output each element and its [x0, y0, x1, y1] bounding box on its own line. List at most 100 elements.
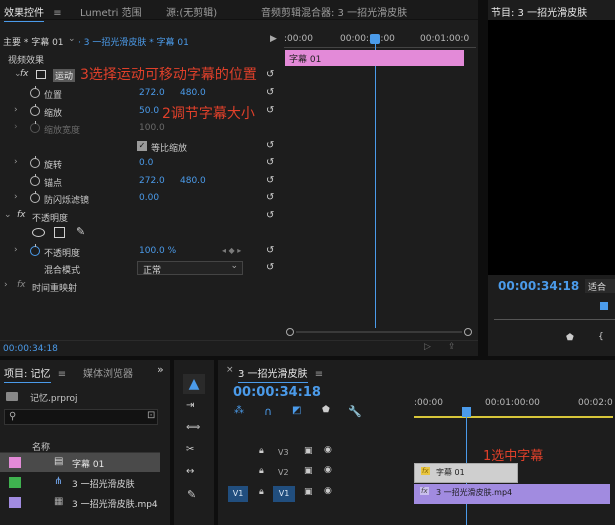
razor-tool-icon[interactable]: ✂	[186, 444, 194, 455]
tab-source[interactable]: 源:(无剪辑)	[166, 4, 217, 19]
panel-divider[interactable]	[478, 0, 488, 356]
film-icon[interactable]: ▣	[304, 446, 313, 456]
export-icon[interactable]: ⇪	[448, 342, 456, 352]
eye-icon[interactable]: ◉	[324, 445, 332, 455]
scroll-handle-right-icon[interactable]	[464, 328, 472, 336]
timeline-close-icon[interactable]: ×	[226, 365, 234, 375]
reset-icon[interactable]: ↺	[266, 193, 276, 203]
panel-menu-icon[interactable]: ≡	[58, 369, 66, 380]
anchor-row[interactable]: 锚点 272.0 480.0 ↺	[0, 173, 282, 190]
reset-icon[interactable]: ↺	[266, 263, 276, 273]
panel-menu-icon[interactable]: ≡	[315, 369, 323, 380]
tab-project[interactable]: 项目: 记忆 ≡	[4, 365, 66, 383]
blend-mode-select[interactable]: 正常 ⌄	[137, 261, 243, 276]
opacity-value[interactable]: 100.0 %	[139, 246, 176, 256]
position-x-value[interactable]: 272.0	[139, 88, 165, 98]
eye-icon[interactable]: ◉	[324, 486, 332, 496]
rotation-row[interactable]: › 旋转 0.0 ↺	[0, 155, 282, 172]
flicker-value[interactable]: 0.00	[139, 193, 159, 203]
pen-mask-icon[interactable]: ✎	[76, 225, 85, 238]
video-clip[interactable]: fx 3 一招光滑皮肤.mp4	[414, 484, 610, 504]
playhead-line[interactable]	[375, 44, 376, 328]
tab-program[interactable]: 节目: 3 一招光滑皮肤	[491, 4, 587, 19]
chevron-down-icon[interactable]: ⌄	[4, 210, 12, 220]
chevron-right-icon[interactable]: ›	[4, 280, 8, 290]
checkbox-checked-icon[interactable]: ✓	[137, 141, 147, 151]
work-area-bar[interactable]	[414, 416, 613, 418]
tab-audio-mixer[interactable]: 音频剪辑混合器: 3 一招光滑皮肤	[261, 4, 407, 19]
new-bin-icon[interactable]: ⊡	[147, 410, 155, 421]
list-item[interactable]: ⋔ 3 一招光滑皮肤	[0, 473, 160, 492]
ellipse-mask-icon[interactable]	[32, 228, 45, 237]
reset-icon[interactable]: ↺	[266, 176, 276, 186]
tab-effect-controls[interactable]: 效果控件 ≡	[4, 4, 62, 22]
rectangle-mask-icon[interactable]	[54, 227, 65, 238]
chevron-down-icon[interactable]: ⌄	[68, 34, 76, 44]
opacity-row[interactable]: ⌄ fx 不透明度 ↺	[0, 208, 282, 225]
reset-icon[interactable]: ↺	[266, 70, 276, 80]
fx-icon[interactable]: fx	[20, 69, 29, 79]
fx-icon[interactable]: fx	[17, 280, 26, 290]
list-item[interactable]: ▦ 3 一招光滑皮肤.mp4	[0, 493, 160, 512]
rotation-value[interactable]: 0.0	[139, 158, 153, 168]
filter-icon[interactable]: ▷	[424, 342, 431, 352]
playhead-head-icon[interactable]	[370, 34, 380, 44]
fx-icon[interactable]: fx	[17, 210, 26, 220]
pen-tool-icon[interactable]: ✎	[187, 488, 196, 501]
tab-media-browser[interactable]: 媒体浏览器	[83, 365, 133, 380]
source-patch-v1[interactable]: V1	[228, 486, 248, 502]
linked-selection-icon[interactable]: ◩	[292, 405, 301, 416]
go-to-in-icon[interactable]: {	[598, 332, 604, 342]
more-panels-icon[interactable]: »	[157, 363, 164, 376]
lock-icon[interactable]: 🔒︎	[259, 466, 264, 476]
track-v3[interactable]: 🔒︎ V3 ▣ ◉	[218, 443, 613, 463]
stopwatch-icon[interactable]	[30, 156, 40, 168]
eye-icon[interactable]: ◉	[324, 465, 332, 475]
stopwatch-icon[interactable]	[30, 86, 40, 98]
tab-lumetri[interactable]: Lumetri 范围	[80, 4, 142, 19]
chevron-right-icon[interactable]: ›	[14, 245, 18, 255]
program-playhead-icon[interactable]	[600, 302, 608, 310]
reset-icon[interactable]: ↺	[266, 158, 276, 168]
track-select-tool-icon[interactable]: ⇥	[186, 400, 194, 411]
opacity-value-row[interactable]: › 不透明度 100.0 % ◂ ◆ ▸ ↺	[0, 243, 282, 260]
chevron-right-icon[interactable]: ›	[14, 192, 18, 202]
reset-icon[interactable]: ↺	[266, 246, 276, 256]
effect-master-clip[interactable]: 主要 * 字幕 01	[3, 35, 64, 48]
effect-sequence-clip[interactable]: · 3 一招光滑皮肤 * 字幕 01	[78, 35, 189, 48]
timeline-timecode[interactable]: 00:00:34:18	[233, 385, 321, 400]
chevron-right-icon[interactable]: ›	[14, 157, 18, 167]
reset-icon[interactable]: ↺	[266, 141, 276, 151]
selection-tool-icon[interactable]: ▲	[183, 374, 205, 394]
wrench-icon[interactable]: 🔧	[348, 405, 362, 418]
scroll-track[interactable]	[296, 331, 462, 333]
scale-value[interactable]: 50.0	[139, 106, 159, 116]
reset-icon[interactable]: ↺	[266, 211, 276, 221]
stopwatch-icon[interactable]	[30, 104, 40, 116]
film-icon[interactable]: ▣	[304, 487, 313, 497]
project-search-input[interactable]	[21, 411, 141, 423]
stopwatch-icon[interactable]	[30, 244, 40, 256]
add-marker-icon[interactable]: ⬟	[566, 333, 574, 343]
reset-icon[interactable]: ↺	[266, 88, 276, 98]
anchor-y-value[interactable]: 480.0	[180, 176, 206, 186]
play-arrow-icon[interactable]: ▶	[270, 34, 277, 44]
chevron-right-icon[interactable]: ›	[14, 105, 18, 115]
effect-scrollbar[interactable]	[286, 328, 474, 336]
film-icon[interactable]: ▣	[304, 466, 313, 476]
program-ruler[interactable]	[494, 306, 615, 320]
program-timecode[interactable]: 00:00:34:18	[498, 279, 579, 293]
motion-label[interactable]: 运动	[53, 69, 76, 82]
slip-tool-icon[interactable]: ↔	[186, 466, 194, 477]
anchor-x-value[interactable]: 272.0	[139, 176, 165, 186]
timeline-playhead-icon[interactable]	[462, 407, 471, 417]
blend-mode-row[interactable]: 混合模式 正常 ⌄ ↺	[0, 260, 282, 277]
time-remap-row[interactable]: › fx 时间重映射	[0, 278, 282, 295]
keyframe-nav-icon[interactable]: ◂ ◆ ▸	[222, 246, 241, 255]
lock-icon[interactable]: 🔒︎	[259, 487, 264, 497]
flicker-row[interactable]: › 防闪烁滤镜 0.00 ↺	[0, 190, 282, 207]
transform-box-icon[interactable]	[36, 70, 46, 79]
nest-sequence-icon[interactable]: ⁂	[234, 405, 244, 416]
title-clip[interactable]: fx 字幕 01	[414, 463, 518, 483]
stopwatch-icon[interactable]	[30, 191, 40, 203]
